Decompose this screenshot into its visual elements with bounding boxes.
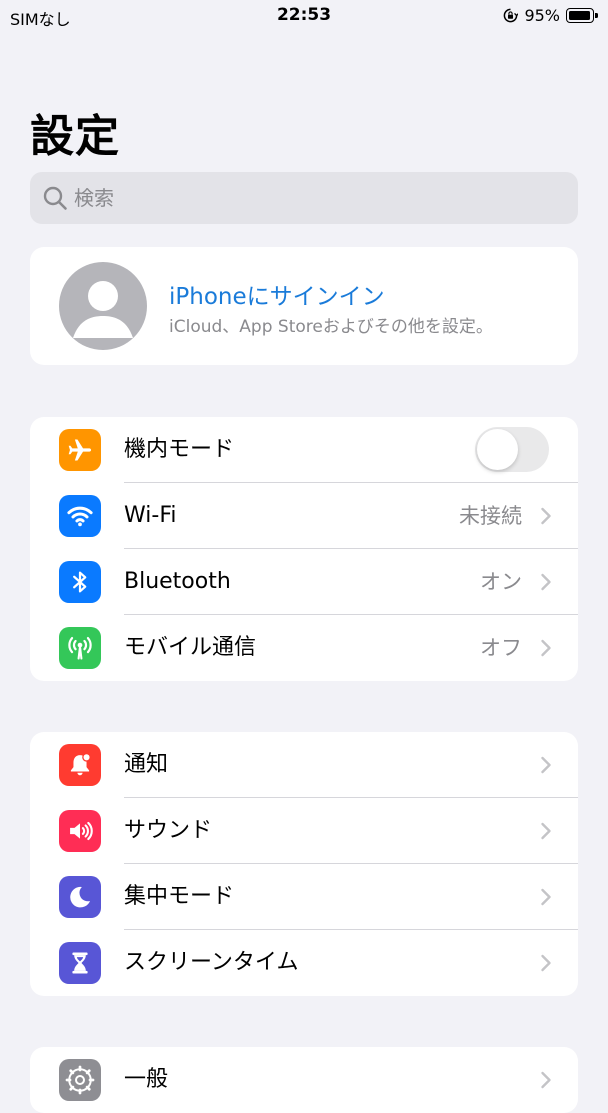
chevron-right-icon <box>541 756 551 774</box>
toggle-knob <box>477 429 518 470</box>
row-general[interactable]: 一般 <box>30 1047 578 1113</box>
chevron-right-icon <box>541 888 551 906</box>
row-label: 機内モード <box>124 437 235 462</box>
chevron-right-icon <box>541 1071 551 1089</box>
wifi-status: 未接続 <box>459 504 522 528</box>
row-label: サウンド <box>124 818 213 843</box>
mobile-data-status: オフ <box>480 636 522 660</box>
chevron-right-icon <box>541 639 551 657</box>
row-screen-time[interactable]: スクリーンタイム <box>30 930 578 996</box>
row-sounds[interactable]: サウンド <box>30 798 578 864</box>
sign-in-card[interactable]: iPhoneにサインイン iCloud、App Storeおよびその他を設定。 <box>30 247 578 365</box>
row-notifications[interactable]: 通知 <box>30 732 578 798</box>
gear-icon <box>59 1059 101 1101</box>
row-wifi[interactable]: Wi-Fi 未接続 <box>30 483 578 549</box>
row-label: 一般 <box>124 1067 169 1092</box>
wifi-icon <box>59 495 101 537</box>
chevron-right-icon <box>541 507 551 525</box>
status-bar: SIMなし 22:53 95% <box>0 0 608 34</box>
row-label: スクリーンタイム <box>124 950 299 975</box>
search-icon <box>43 186 67 210</box>
row-label: モバイル通信 <box>124 635 257 660</box>
notifications-group: 通知 サウンド 集中モード スクリーンタイム <box>30 732 578 996</box>
rotation-lock-icon <box>504 8 519 23</box>
moon-icon <box>59 876 101 918</box>
sign-in-subtitle: iCloud、App Storeおよびその他を設定。 <box>169 317 493 337</box>
person-icon <box>73 281 133 338</box>
avatar <box>59 262 147 350</box>
sign-in-title[interactable]: iPhoneにサインイン <box>169 277 385 311</box>
speaker-icon <box>59 810 101 852</box>
battery-icon <box>566 8 598 23</box>
chevron-right-icon <box>541 573 551 591</box>
row-label: 通知 <box>124 752 169 777</box>
bluetooth-icon <box>59 561 101 603</box>
row-label: Bluetooth <box>124 569 231 594</box>
general-group: 一般 <box>30 1047 578 1113</box>
status-right: 95% <box>503 6 598 25</box>
page-title: 設定 <box>30 111 120 162</box>
battery-percent: 95% <box>524 6 560 25</box>
airplane-icon <box>59 429 101 471</box>
search-input[interactable] <box>74 186 554 210</box>
row-bluetooth[interactable]: Bluetooth オン <box>30 549 578 615</box>
row-label: Wi-Fi <box>124 503 177 528</box>
hourglass-icon <box>59 942 101 984</box>
search-bar[interactable] <box>30 172 578 224</box>
chevron-right-icon <box>541 822 551 840</box>
bluetooth-status: オン <box>480 570 522 594</box>
row-focus[interactable]: 集中モード <box>30 864 578 930</box>
row-airplane-mode[interactable]: 機内モード <box>30 417 578 483</box>
row-label: 集中モード <box>124 884 235 909</box>
connectivity-group: 機内モード Wi-Fi 未接続 Bluetooth オン モバイル通信 オフ <box>30 417 578 681</box>
chevron-right-icon <box>541 954 551 972</box>
row-mobile-data[interactable]: モバイル通信 オフ <box>30 615 578 681</box>
antenna-icon <box>59 627 101 669</box>
bell-badge-icon <box>59 744 101 786</box>
battery-fill <box>569 11 590 20</box>
airplane-mode-toggle[interactable] <box>475 427 549 472</box>
